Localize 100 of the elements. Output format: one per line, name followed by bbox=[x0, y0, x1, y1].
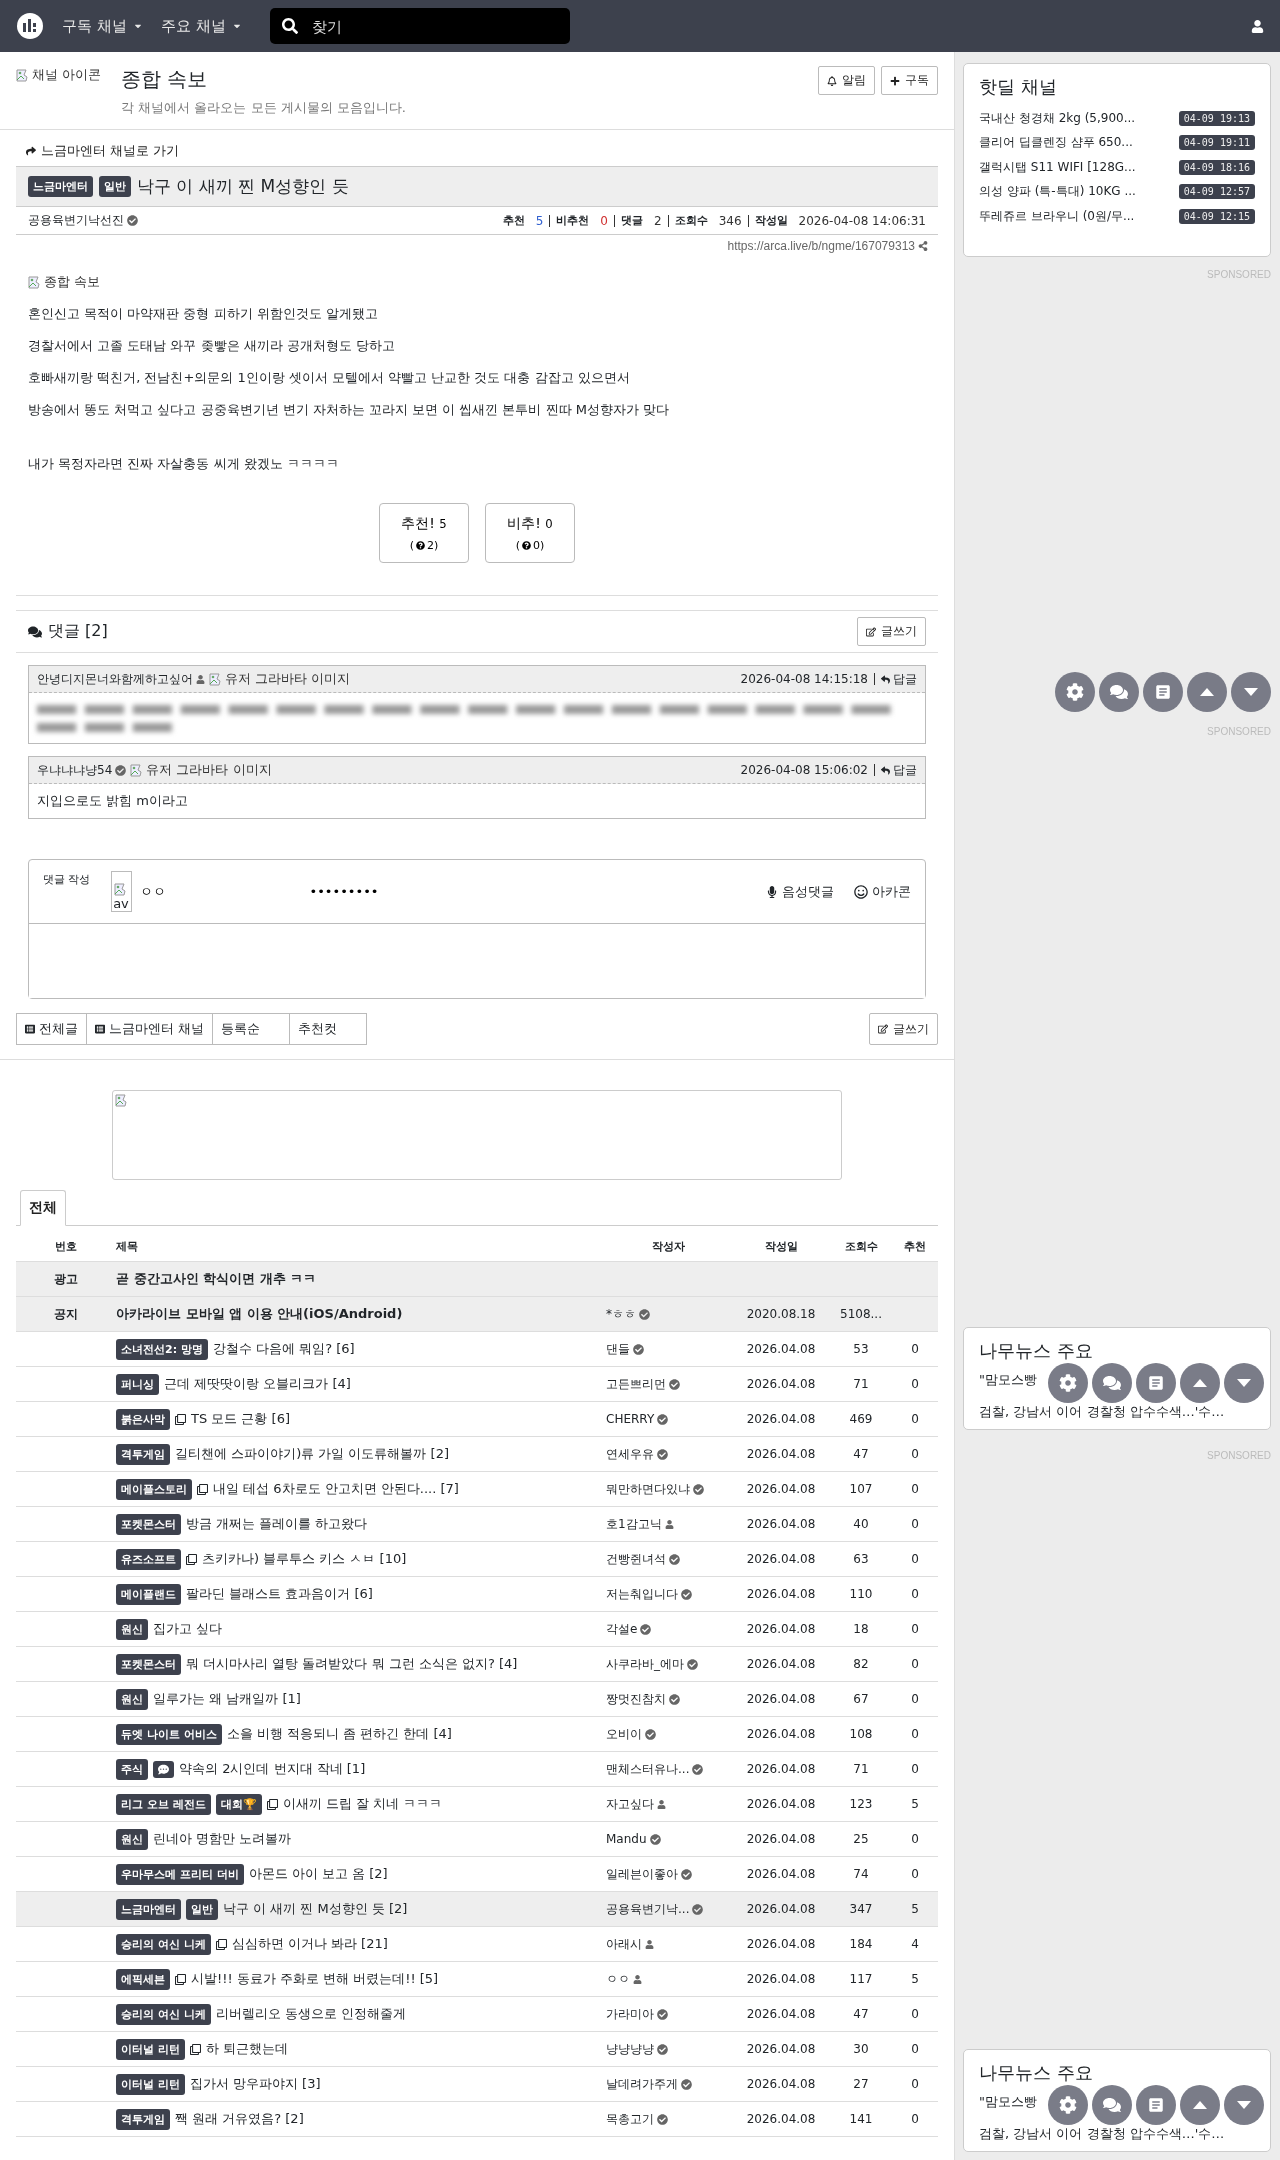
write-button[interactable]: 글쓰기 bbox=[857, 617, 926, 646]
comments-button[interactable] bbox=[1092, 1363, 1132, 1403]
post-title[interactable]: 소녀전선2: 망명 강철수 다음에 뭐임? [6] bbox=[116, 1338, 606, 1360]
post-title[interactable]: 이터널 리턴 집가서 망우파야지 [3] bbox=[116, 2073, 606, 2095]
list-tab[interactable]: 등록순 bbox=[212, 1013, 291, 1045]
news-headline[interactable]: 검찰, 강남서 이어 경찰청 압수수색…'수… bbox=[979, 1402, 1225, 1422]
document-button[interactable] bbox=[1136, 1363, 1176, 1403]
comments-button[interactable] bbox=[1092, 2085, 1132, 2125]
post-author: 댄들 bbox=[606, 1340, 644, 1358]
article-url[interactable]: https://arca.live/b/ngme/167079313 bbox=[16, 235, 938, 257]
post-title[interactable]: 아카라이브 모바일 앱 이용 안내(iOS/Android) bbox=[116, 1305, 606, 1323]
post-title[interactable]: 승리의 여신 니케 리버렐리오 동생으로 인정해줄게 bbox=[116, 2003, 606, 2025]
view-count: 107 bbox=[848, 1482, 874, 1496]
post-title[interactable]: 리그 오브 레전드 대회🏆 이새끼 드립 잘 치네 ㅋㅋㅋ bbox=[116, 1793, 606, 1815]
post-title[interactable]: 원신 일루가는 왜 남캐일까 [1] bbox=[116, 1688, 606, 1710]
vote-count: 0 bbox=[910, 1692, 920, 1706]
hotdeal-item[interactable]: 뚜레쥬르 브라우니 (0원/무... 04-09 12:15 bbox=[979, 204, 1255, 229]
user-icon[interactable] bbox=[1251, 19, 1264, 33]
card-title: 나무뉴스 주요 bbox=[979, 2062, 1094, 2084]
nav-menu[interactable]: 구독 채널 bbox=[62, 16, 143, 36]
post-author: 저는춰입니다 bbox=[606, 1585, 692, 1603]
reply-link[interactable]: 답글 bbox=[881, 761, 917, 779]
post-title[interactable]: 포켓몬스터 방금 개쩌는 플레이를 하고왔다 bbox=[116, 1513, 606, 1535]
post-title[interactable]: 격투게임 짹 원래 거유였음? [2] bbox=[116, 2108, 606, 2130]
post-title[interactable]: 퍼니싱 근데 제땃땃이랑 오블리크가 [4] bbox=[116, 1373, 606, 1395]
post-title[interactable]: 이터널 리턴 하 퇴근했는데 bbox=[116, 2038, 606, 2060]
vote-count: 0 bbox=[910, 1867, 920, 1881]
news-headline[interactable]: "맘모스빵 bbox=[979, 2092, 1037, 2112]
post-title[interactable]: 우마무스메 프리티 더비 아몬드 아이 보고 옴 [2] bbox=[116, 1863, 606, 1885]
search-input[interactable]: 찾기 bbox=[309, 16, 558, 36]
upvote-button[interactable]: 추천! 5 ( 2) bbox=[379, 503, 469, 563]
scroll-up-button[interactable] bbox=[1180, 2085, 1220, 2125]
speech-bubbles-icon bbox=[1103, 1374, 1121, 1392]
hotdeal-item[interactable]: 의성 양파 (특-특대) 10KG ... 04-09 12:57 bbox=[979, 179, 1255, 204]
document-button[interactable] bbox=[1143, 672, 1183, 712]
post-title[interactable]: 원신 집가고 싶다 bbox=[116, 1618, 606, 1640]
reply-link[interactable]: 답글 bbox=[881, 670, 917, 688]
voice-comment-button[interactable]: 음성댓글 bbox=[766, 882, 834, 901]
post-title[interactable]: 승리의 여신 니케 심심하면 이거나 봐라 [21] bbox=[116, 1933, 606, 1955]
article-author[interactable]: 공용육변기낙선진 bbox=[28, 212, 138, 229]
post-title[interactable]: 듀엣 나이트 어비스 소을 비행 적응되니 좀 편하긴 한데 [4] bbox=[116, 1723, 606, 1745]
vote-count: 0 bbox=[910, 2007, 920, 2021]
post-date: 2026.04.08 bbox=[745, 1692, 817, 1706]
category-badge: 퍼니싱 bbox=[116, 1373, 159, 1395]
board-tab[interactable]: 전체 bbox=[20, 1190, 66, 1226]
scroll-down-button[interactable] bbox=[1224, 1363, 1264, 1403]
post-author: 고든쁘리먼 bbox=[606, 1375, 680, 1393]
settings-button[interactable] bbox=[1048, 1363, 1088, 1403]
post-title[interactable]: 주식 약속의 2시인데 번지대 작네 [1] bbox=[116, 1758, 606, 1780]
settings-button[interactable] bbox=[1055, 672, 1095, 712]
share-icon[interactable] bbox=[918, 241, 928, 251]
list-tab[interactable]: 전체글 bbox=[16, 1013, 87, 1045]
post-title[interactable]: 유즈소프트 츠키카나) 블루투스 키스 ㅅㅂ [10] bbox=[116, 1548, 606, 1570]
logo[interactable] bbox=[16, 12, 44, 40]
post-title[interactable]: 격투게임 길티챈에 스파이야기)류 가일 이도류해볼까 [2] bbox=[116, 1443, 606, 1465]
list-tab[interactable]: 느금마엔터 채널 bbox=[86, 1013, 214, 1045]
post-title[interactable]: 메이플랜드 팔라딘 블래스트 효과음이거 [6] bbox=[116, 1583, 606, 1605]
scroll-up-button[interactable] bbox=[1180, 1363, 1220, 1403]
settings-button[interactable] bbox=[1048, 2085, 1088, 2125]
post-author: 날데려가주게 bbox=[606, 2075, 692, 2093]
question-icon bbox=[416, 540, 425, 550]
hotdeal-item[interactable]: 갤럭시탭 S11 WIFI [128G... 04-09 18:16 bbox=[979, 155, 1255, 180]
search-field[interactable]: 찾기 bbox=[269, 8, 570, 44]
category-badge: 격투게임 bbox=[116, 2108, 170, 2130]
post-title[interactable]: 곧 중간고사인 학식이면 개추 ㅋㅋ bbox=[116, 1270, 606, 1288]
comment-author[interactable]: 우냐냐냐냥54 bbox=[37, 761, 127, 779]
post-title[interactable]: 포켓몬스터 뭐 더시마사리 열탕 돌려받았다 뭐 그런 소식은 없지? [4] bbox=[116, 1653, 606, 1675]
post-title[interactable]: 느금마엔터 일반 낙구 이 새끼 찐 M성향인 듯 [2] bbox=[116, 1898, 606, 1920]
hotdeal-item[interactable]: 클리어 딥클렌징 샴푸 650... 04-09 19:11 bbox=[979, 130, 1255, 155]
category-badge: 소녀전선2: 망명 bbox=[116, 1338, 208, 1360]
post-title[interactable]: 붉은사막 TS 모드 근황 [6] bbox=[116, 1408, 606, 1430]
downvote-button[interactable]: 비추! 0 ( 0) bbox=[485, 503, 575, 563]
scroll-up-button[interactable] bbox=[1187, 672, 1227, 712]
post-author: 연세우유 bbox=[606, 1445, 668, 1463]
news-headline[interactable]: 검찰, 강남서 이어 경찰청 압수수색…'수… bbox=[979, 2124, 1225, 2144]
stat-value: 5 bbox=[535, 213, 544, 228]
comment-author[interactable]: 안녕디지몬너와함께하고싶어 bbox=[37, 670, 205, 688]
scroll-down-button[interactable] bbox=[1231, 672, 1271, 712]
column-header: 번호 bbox=[54, 1239, 78, 1254]
stat-value: 2 bbox=[654, 213, 662, 228]
subscribe-button[interactable]: 구독 bbox=[881, 66, 938, 95]
document-icon bbox=[1147, 1374, 1165, 1392]
write-button[interactable]: 글쓰기 bbox=[869, 1013, 938, 1045]
comments-button[interactable] bbox=[1099, 672, 1139, 712]
notify-button[interactable]: 알림 bbox=[818, 66, 875, 95]
nav-menu[interactable]: 주요 채널 bbox=[160, 16, 242, 36]
comment-form[interactable]: 댓글 작성 av ㅇㅇ ••••••••• 음성댓글 아카콘 bbox=[28, 859, 926, 999]
back-link[interactable]: 느금마엔터 채널로 가기 bbox=[16, 130, 190, 166]
hotdeal-item[interactable]: 국내산 청경채 2kg (5,900... 04-09 19:13 bbox=[979, 106, 1255, 131]
broken-image-icon bbox=[130, 763, 145, 777]
post-title[interactable]: 메이플스토리 내일 테섭 6차로도 안고치면 안된다.... [7] bbox=[116, 1478, 606, 1500]
document-button[interactable] bbox=[1136, 2085, 1176, 2125]
category-badge: 메이플랜드 bbox=[116, 1583, 181, 1605]
scroll-down-button[interactable] bbox=[1224, 2085, 1264, 2125]
post-title[interactable]: 에픽세븐 시발!!! 동료가 주화로 변해 버렸는데!! [5] bbox=[116, 1968, 606, 1990]
avatar-image: av bbox=[110, 871, 132, 912]
arcacon-button[interactable]: 아카콘 bbox=[854, 882, 911, 901]
list-tab[interactable]: 추천컷 bbox=[289, 1013, 368, 1045]
news-headline[interactable]: "맘모스빵 bbox=[979, 1370, 1037, 1390]
post-title[interactable]: 원신 린네아 명함만 노려볼까 bbox=[116, 1828, 606, 1850]
